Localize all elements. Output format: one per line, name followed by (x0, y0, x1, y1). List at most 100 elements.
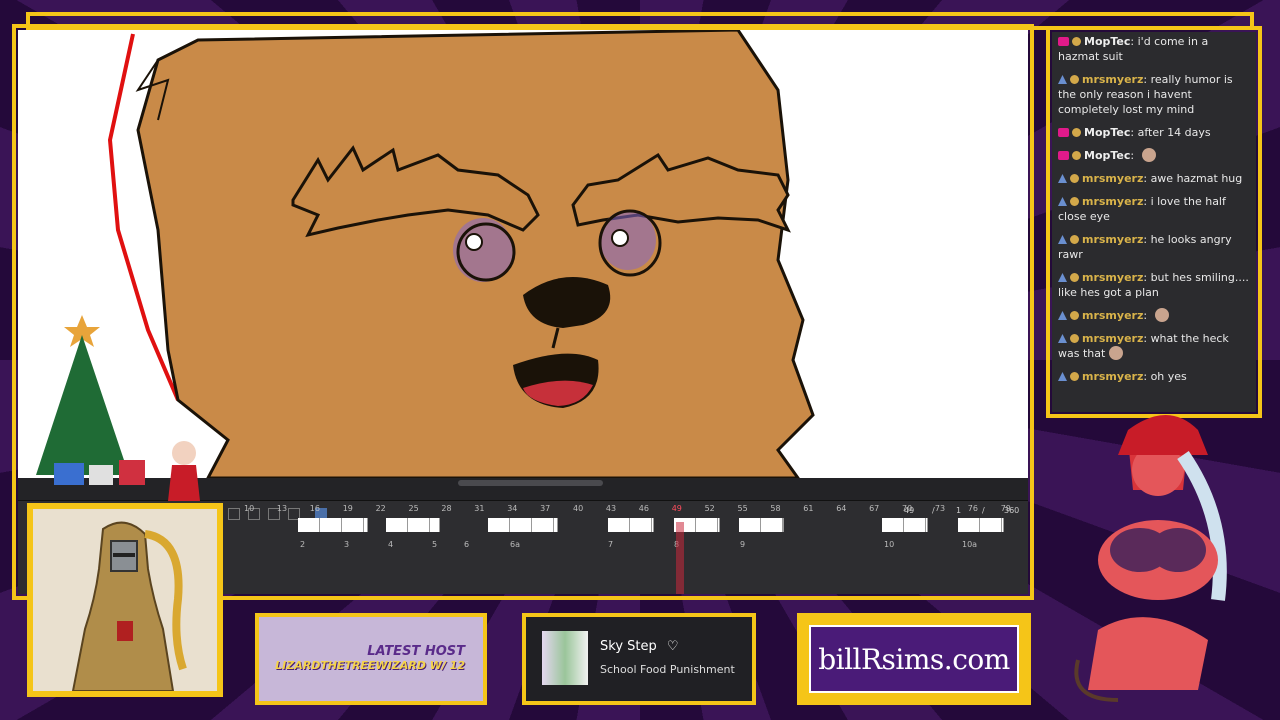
cel-label: 6 (464, 540, 470, 549)
chat-message: MopTec: (1052, 146, 1256, 169)
chat-username[interactable]: mrsmyerz (1082, 172, 1143, 185)
timeline-cel[interactable] (488, 518, 510, 532)
heart-badge-icon (1058, 37, 1069, 46)
chat-username[interactable]: mrsmyerz (1082, 271, 1143, 284)
cel-label: 2 (300, 540, 306, 549)
subscriber-badge-icon (1058, 311, 1067, 320)
frame-number: 46 (638, 504, 649, 513)
chat-username[interactable]: mrsmyerz (1082, 309, 1143, 322)
subscriber-badge-icon (1058, 75, 1067, 84)
latest-host-title: LATEST HOST (367, 644, 465, 659)
frame-number: 49 (671, 504, 682, 513)
chat-message: mrsmyerz: what the heck was that (1058, 332, 1229, 360)
chat-panel[interactable]: MopTec: i'd come in a hazmat suit mrsmyer… (1052, 32, 1256, 412)
timeline-cel[interactable] (386, 518, 408, 532)
frame-number: 55 (737, 504, 748, 513)
frame-number: 16 (309, 504, 320, 513)
cel-label: 6a (510, 540, 520, 549)
chat-username[interactable]: mrsmyerz (1082, 233, 1143, 246)
cel-label: 9 (740, 540, 746, 549)
timeline-cel[interactable] (510, 518, 532, 532)
badge-icon (1070, 311, 1079, 320)
frame-number: 70 (902, 504, 913, 513)
chat-message: mrsmyerz: awe hazmat hug (1052, 169, 1256, 192)
frame-number: 58 (770, 504, 781, 513)
website-label: billRsims.com (818, 642, 1010, 676)
timeline-cel[interactable] (532, 518, 554, 532)
album-art (542, 631, 588, 685)
badge-icon (1072, 151, 1081, 160)
chat-username[interactable]: mrsmyerz (1082, 73, 1143, 86)
timeline-cel[interactable] (696, 518, 718, 532)
chat-username[interactable]: MopTec (1084, 35, 1130, 48)
website-panel: billRsims.com (797, 613, 1031, 705)
badge-icon (1070, 197, 1079, 206)
frame-ruler[interactable]: 10 13 16 19 22 25 28 31 34 37 40 43 46 49 52 55 58 61 64 67… (228, 504, 1022, 564)
knight-artwork (33, 509, 217, 692)
chat-message: mrsmyerz: oh yes (1052, 367, 1256, 390)
timeline-cel[interactable] (652, 518, 654, 532)
christmas-tree-decoration (36, 315, 200, 501)
chat-username[interactable]: mrsmyerz (1082, 370, 1143, 383)
subscriber-badge-icon (1058, 372, 1067, 381)
webcam-frame (27, 503, 223, 697)
timeline-cel[interactable] (980, 518, 1002, 532)
frame-number: 28 (441, 504, 452, 513)
timeline-cel[interactable] (739, 518, 761, 532)
heart-outline-icon[interactable]: ♡ (667, 639, 679, 654)
frame-number: 61 (803, 504, 814, 513)
badge-icon (1070, 75, 1079, 84)
frame-number: 31 (474, 504, 485, 513)
timeline-cel[interactable] (364, 518, 368, 532)
timeline-cel[interactable] (408, 518, 430, 532)
chat-message: mrsmyerz: (1052, 306, 1256, 329)
timeline-cel[interactable] (718, 518, 720, 532)
scrollbar[interactable] (458, 480, 603, 486)
timeline-cel[interactable] (320, 518, 342, 532)
badge-icon (1072, 37, 1081, 46)
frame-number: 43 (605, 504, 617, 513)
frame-number: 37 (540, 504, 551, 513)
subscriber-badge-icon (1058, 273, 1067, 282)
chat-text: awe hazmat hug (1150, 172, 1243, 185)
badge-icon (1070, 174, 1079, 183)
timeline-cel[interactable] (608, 518, 630, 532)
cel-label: 10 (884, 540, 895, 549)
demon-mascot (1074, 415, 1227, 702)
chat-username[interactable]: MopTec (1084, 126, 1130, 139)
timeline-cel[interactable] (958, 518, 980, 532)
playhead[interactable] (676, 522, 684, 594)
subscriber-badge-icon (1058, 334, 1067, 343)
emote-icon (1141, 148, 1156, 162)
frame-number: 13 (276, 504, 288, 513)
frame-number: 22 (375, 504, 386, 513)
chat-message: MopTec: i'd come in a hazmat suit (1058, 35, 1209, 63)
timeline-cel[interactable] (298, 518, 320, 532)
timeline-cel[interactable] (1002, 518, 1004, 532)
timeline-cel[interactable] (554, 518, 558, 532)
timeline-cel[interactable] (342, 518, 364, 532)
latest-host-name: LIZARDTHETREEWIZARD W/ 12 (275, 659, 465, 672)
emote-icon (1109, 346, 1124, 360)
frame-number: 73 (934, 504, 946, 513)
chat-username[interactable]: MopTec (1084, 149, 1130, 162)
cel-label: 10a (962, 540, 978, 549)
timeline-cel[interactable] (882, 518, 904, 532)
chat-message: mrsmyerz: i love the half close eye (1058, 195, 1226, 223)
timeline-cel[interactable] (904, 518, 926, 532)
subscriber-badge-icon (1058, 174, 1067, 183)
timeline-cel[interactable] (761, 518, 783, 532)
timeline-cel[interactable] (783, 518, 784, 532)
timeline-cel[interactable] (630, 518, 652, 532)
timeline-cel[interactable] (430, 518, 440, 532)
chat-username[interactable]: mrsmyerz (1082, 195, 1143, 208)
frame-number: 40 (573, 504, 584, 513)
frame-number: 67 (869, 504, 880, 513)
frame-number: 64 (836, 504, 847, 513)
frame-number: 34 (507, 504, 518, 513)
cel-label: 4 (388, 540, 394, 549)
chat-text: oh yes (1150, 370, 1187, 383)
chat-username[interactable]: mrsmyerz (1082, 332, 1143, 345)
timeline-cel[interactable] (926, 518, 928, 532)
latest-host-panel: LATEST HOST LIZARDTHETREEWIZARD W/ 12 (255, 613, 487, 705)
